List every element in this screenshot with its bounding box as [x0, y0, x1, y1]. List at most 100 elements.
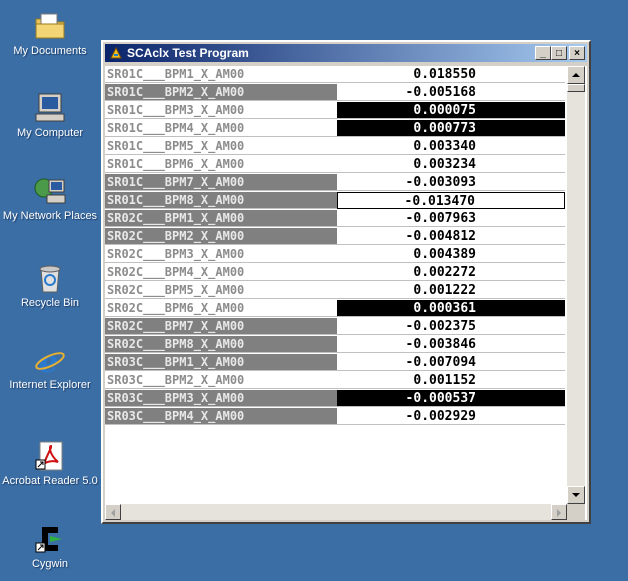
desktop-icon-internet-explorer[interactable]: e Internet Explorer [0, 344, 100, 392]
table-row: SR02C___BPM3_X_AM00 0.004389 [105, 246, 565, 264]
table-row: SR03C___BPM1_X_AM00 -0.007094 [105, 354, 565, 372]
minimize-button[interactable]: _ [535, 46, 551, 60]
vertical-scrollbar[interactable] [567, 66, 585, 504]
pv-name-cell: SR02C___BPM2_X_AM00 [105, 228, 337, 245]
table-row: SR02C___BPM1_X_AM00 -0.007963 [105, 210, 565, 228]
table-row: SR02C___BPM8_X_AM00 -0.003846 [105, 336, 565, 354]
scroll-thumb[interactable] [567, 84, 585, 92]
scroll-up-button[interactable] [567, 66, 585, 84]
pv-name-cell: SR02C___BPM6_X_AM00 [105, 300, 337, 317]
pv-value-cell[interactable]: -0.007094 [337, 354, 565, 371]
recycle-bin-icon [32, 262, 68, 294]
app-icon [109, 46, 123, 60]
table-row: SR01C___BPM7_X_AM00 -0.003093 [105, 174, 565, 192]
pv-name-cell: SR01C___BPM4_X_AM00 [105, 120, 337, 137]
pv-value-cell[interactable]: -0.003846 [337, 336, 565, 353]
ie-icon: e [32, 344, 68, 380]
scroll-right-button[interactable] [551, 504, 567, 520]
scroll-down-button[interactable] [567, 486, 585, 504]
desktop-icon-my-network-places[interactable]: My Network Places [0, 175, 100, 223]
pv-name-cell: SR02C___BPM7_X_AM00 [105, 318, 337, 335]
table-row: SR01C___BPM8_X_AM00 -0.013470 [105, 192, 565, 210]
pv-value-cell[interactable]: 0.003234 [337, 156, 565, 173]
table-row: SR03C___BPM3_X_AM00 -0.000537 [105, 390, 565, 408]
pv-value-cell[interactable]: -0.013470 [337, 192, 565, 209]
pv-value-text: 0.001152 [413, 373, 476, 388]
pv-value-cell[interactable]: -0.004812 [337, 228, 565, 245]
pv-value-text: -0.003846 [405, 337, 476, 352]
pv-name-cell: SR02C___BPM1_X_AM00 [105, 210, 337, 227]
pv-value-cell[interactable]: -0.002929 [337, 408, 565, 425]
pv-value-cell[interactable]: 0.000075 [337, 102, 565, 119]
maximize-icon: □ [555, 47, 563, 59]
arrow-left-icon [111, 509, 115, 517]
pv-value-cell[interactable]: 0.002272 [337, 264, 565, 281]
pv-value-cell[interactable]: 0.000773 [337, 120, 565, 137]
table-row: SR02C___BPM2_X_AM00 -0.004812 [105, 228, 565, 246]
table-row: SR01C___BPM6_X_AM00 0.003234 [105, 156, 565, 174]
desktop-icon-label: Internet Explorer [9, 379, 91, 391]
pv-name-cell: SR03C___BPM4_X_AM00 [105, 408, 337, 425]
table-row: SR03C___BPM2_X_AM00 0.001152 [105, 372, 565, 390]
pv-name-cell: SR02C___BPM8_X_AM00 [105, 336, 337, 353]
titlebar-buttons: _ □ × [535, 46, 585, 60]
table-row: SR01C___BPM1_X_AM00 0.018550 [105, 66, 565, 84]
pv-name-cell: SR03C___BPM3_X_AM00 [105, 390, 337, 407]
pv-name-cell: SR01C___BPM5_X_AM00 [105, 138, 337, 155]
pv-value-text: -0.007094 [405, 355, 476, 370]
pv-value-cell[interactable]: 0.018550 [337, 66, 565, 83]
arrow-up-icon [572, 73, 580, 77]
desktop-icon-my-documents[interactable]: My Documents [0, 10, 100, 58]
scrollbar-corner [567, 504, 585, 520]
table-row: SR02C___BPM5_X_AM00 0.001222 [105, 282, 565, 300]
pv-name-cell: SR01C___BPM6_X_AM00 [105, 156, 337, 173]
arrow-right-icon [557, 509, 561, 517]
pv-name-cell: SR01C___BPM3_X_AM00 [105, 102, 337, 119]
desktop-icon-recycle-bin[interactable]: Recycle Bin [0, 262, 100, 310]
desktop-icon-acrobat-reader[interactable]: Acrobat Reader 5.0 [0, 440, 100, 488]
pv-value-cell[interactable]: 0.003340 [337, 138, 565, 155]
pv-value-text: 0.002272 [413, 265, 476, 280]
arrow-down-icon [572, 493, 580, 497]
close-button[interactable]: × [569, 46, 585, 60]
pv-value-text: -0.000537 [405, 391, 476, 406]
pv-name-cell: SR01C___BPM8_X_AM00 [105, 192, 337, 209]
desktop-icon-label: Recycle Bin [20, 297, 80, 309]
pv-value-text: 0.003340 [413, 139, 476, 154]
pv-value-cell[interactable]: 0.004389 [337, 246, 565, 263]
pv-value-text: 0.001222 [413, 283, 476, 298]
pv-value-text: 0.004389 [413, 247, 476, 262]
horizontal-scrollbar[interactable] [105, 504, 567, 520]
scroll-left-button[interactable] [105, 504, 121, 520]
window-titlebar[interactable]: SCAclx Test Program _ □ × [105, 44, 587, 62]
cygwin-icon [32, 523, 68, 555]
pv-value-text: -0.007963 [405, 211, 476, 226]
acrobat-icon [32, 440, 68, 472]
window-title: SCAclx Test Program [127, 46, 249, 60]
table-row: SR02C___BPM4_X_AM00 0.002272 [105, 264, 565, 282]
desktop-icon-my-computer[interactable]: My Computer [0, 92, 100, 140]
pv-value-cell[interactable]: -0.000537 [337, 390, 565, 407]
table-row: SR01C___BPM3_X_AM00 0.000075 [105, 102, 565, 120]
folder-icon [32, 10, 68, 42]
pv-value-cell[interactable]: 0.001152 [337, 372, 565, 389]
pv-table: SR01C___BPM1_X_AM00 0.018550 SR01C___BPM2_… [105, 66, 587, 520]
pv-value-cell[interactable]: -0.007963 [337, 210, 565, 227]
pv-value-cell[interactable]: 0.000361 [337, 300, 565, 317]
pv-name-cell: SR03C___BPM2_X_AM00 [105, 372, 337, 389]
table-row: SR03C___BPM4_X_AM00 -0.002929 [105, 408, 565, 426]
pv-value-cell[interactable]: -0.005168 [337, 84, 565, 101]
pv-value-text: -0.004812 [405, 229, 476, 244]
desktop-icon-label: My Computer [16, 127, 84, 139]
pv-value-cell[interactable]: -0.002375 [337, 318, 565, 335]
desktop-icon-cygwin[interactable]: Cygwin [0, 523, 100, 571]
maximize-button[interactable]: □ [551, 46, 567, 60]
pv-value-cell[interactable]: -0.003093 [337, 174, 565, 191]
pv-name-cell: SR03C___BPM1_X_AM00 [105, 354, 337, 371]
pv-value-cell[interactable]: 0.001222 [337, 282, 565, 299]
desktop-icon-label: My Network Places [2, 210, 98, 222]
pv-name-cell: SR02C___BPM5_X_AM00 [105, 282, 337, 299]
pv-value-text: 0.018550 [413, 67, 476, 82]
pv-name-cell: SR01C___BPM1_X_AM00 [105, 66, 337, 83]
pv-value-text: 0.000361 [413, 301, 476, 316]
